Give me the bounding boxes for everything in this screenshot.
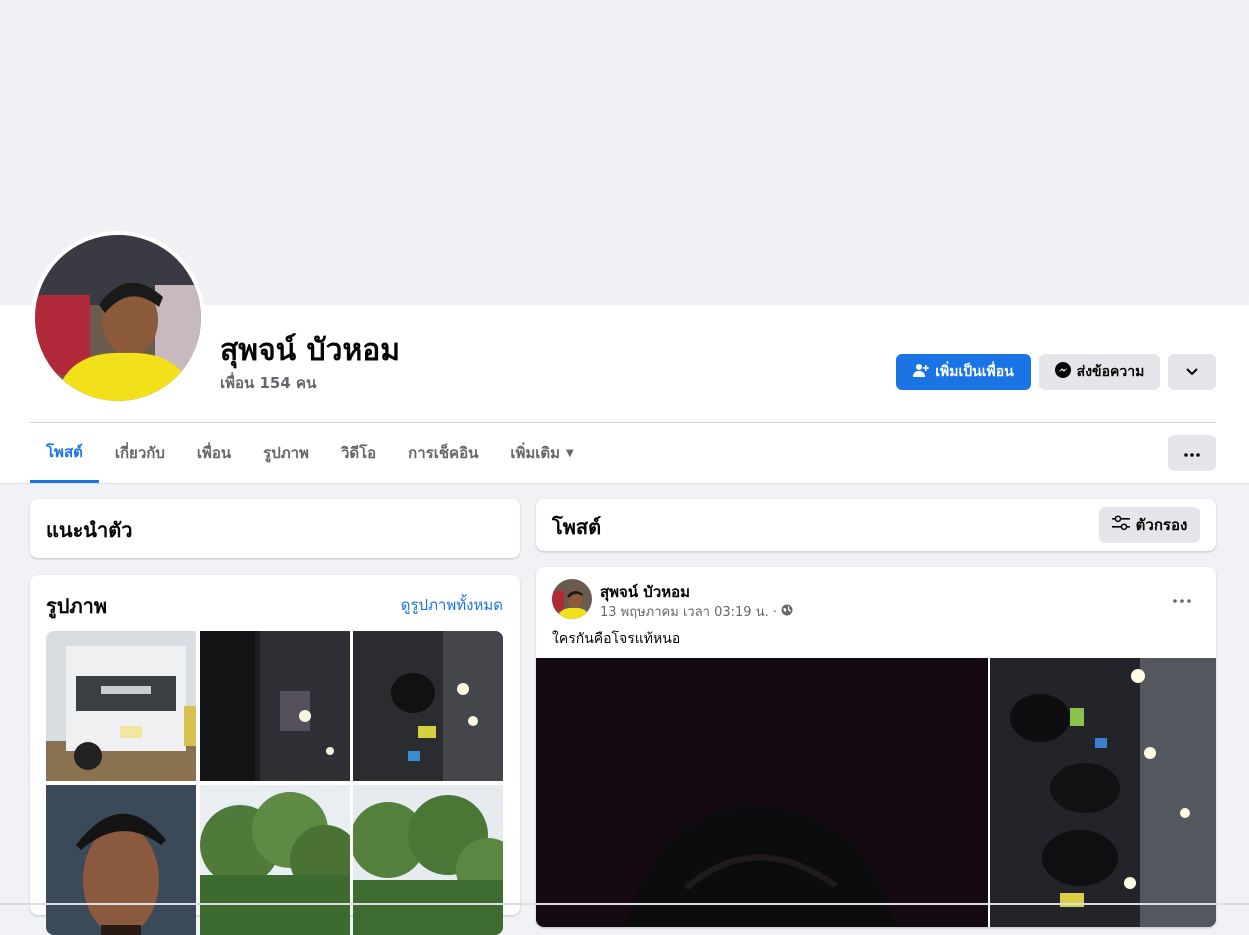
tabs-more-options-button[interactable]	[1168, 435, 1216, 471]
profile-name: สุพจน์ บัวหอม	[220, 333, 401, 368]
profile-options-button[interactable]	[1168, 354, 1216, 390]
photos-title[interactable]: รูปภาพ	[46, 590, 107, 622]
intro-title: แนะนำตัว	[46, 518, 133, 542]
tab-label: วิดีโอ	[340, 444, 377, 462]
tab-label: เพิ่มเติม	[510, 444, 561, 462]
posts-header-card: โพสต์ ตัวกรอง	[536, 499, 1216, 551]
chevron-down-icon	[1186, 364, 1198, 380]
add-friend-label: เพิ่มเป็นเพื่อน	[935, 364, 1014, 380]
photo-thumbnail[interactable]	[353, 785, 503, 935]
tab-friends[interactable]: เพื่อน	[181, 423, 247, 483]
tab-videos[interactable]: วิดีโอ	[325, 423, 392, 483]
tab-label: เกี่ยวกับ	[114, 444, 165, 462]
messenger-icon	[1054, 362, 1071, 382]
profile-avatar[interactable]	[35, 235, 201, 401]
tab-more[interactable]: เพิ่มเติม ▼	[494, 423, 589, 483]
tab-checkins[interactable]: การเช็คอิน	[392, 423, 494, 483]
globe-icon	[781, 604, 793, 620]
tab-about[interactable]: เกี่ยวกับ	[99, 423, 181, 483]
tab-posts[interactable]: โพสต์	[30, 423, 99, 483]
posts-title: โพสต์	[552, 515, 602, 539]
tab-label: รูปภาพ	[263, 444, 309, 462]
post-photo-main[interactable]	[536, 658, 988, 927]
photo-thumbnail[interactable]	[199, 631, 350, 781]
cover-photo[interactable]	[0, 0, 1249, 305]
tab-photos[interactable]: รูปภาพ	[247, 423, 325, 483]
photos-card: รูปภาพ ดูรูปภาพทั้งหมด	[30, 575, 520, 935]
profile-tabs: โพสต์ เกี่ยวกับ เพื่อน รูปภาพ วิดีโอ การ…	[30, 423, 590, 483]
post-author-avatar[interactable]	[552, 579, 592, 619]
tab-label: เพื่อน	[196, 444, 232, 462]
message-label: ส่งข้อความ	[1076, 364, 1145, 380]
photo-thumbnail[interactable]	[46, 785, 196, 935]
filter-label: ตัวกรอง	[1135, 516, 1188, 534]
filter-button[interactable]: ตัวกรอง	[1099, 507, 1200, 543]
tab-label: โพสต์	[46, 442, 83, 461]
photo-thumbnail[interactable]	[199, 785, 350, 935]
intro-card: แนะนำตัว	[30, 499, 520, 558]
filter-sliders-icon	[1111, 515, 1130, 535]
more-dots-icon	[1173, 587, 1191, 608]
photo-thumbnail[interactable]	[353, 631, 503, 781]
post-text: ใครกันคือโจรแท้หนอ	[552, 631, 681, 647]
post-card: สุพจน์ บัวหอม 13 พฤษภาคม เวลา 03:19 น. ·…	[536, 567, 1216, 927]
add-friend-icon	[913, 362, 930, 382]
more-dots-icon	[1184, 445, 1200, 461]
caret-down-icon: ▼	[566, 447, 574, 459]
tab-label: การเช็คอิน	[408, 444, 479, 462]
post-photo-secondary[interactable]	[990, 658, 1216, 927]
friend-count[interactable]: เพื่อน 154 คน	[220, 371, 316, 395]
post-meta: 13 พฤษภาคม เวลา 03:19 น. ·	[600, 601, 793, 622]
post-options-button[interactable]	[1166, 583, 1198, 611]
photo-thumbnail[interactable]	[46, 631, 196, 781]
post-timestamp[interactable]: 13 พฤษภาคม เวลา 03:19 น. ·	[600, 601, 777, 622]
photo-grid	[46, 631, 503, 935]
see-all-photos-link[interactable]: ดูรูปภาพทั้งหมด	[401, 593, 503, 617]
add-friend-button[interactable]: เพิ่มเป็นเพื่อน	[896, 354, 1031, 390]
message-button[interactable]: ส่งข้อความ	[1039, 354, 1160, 390]
